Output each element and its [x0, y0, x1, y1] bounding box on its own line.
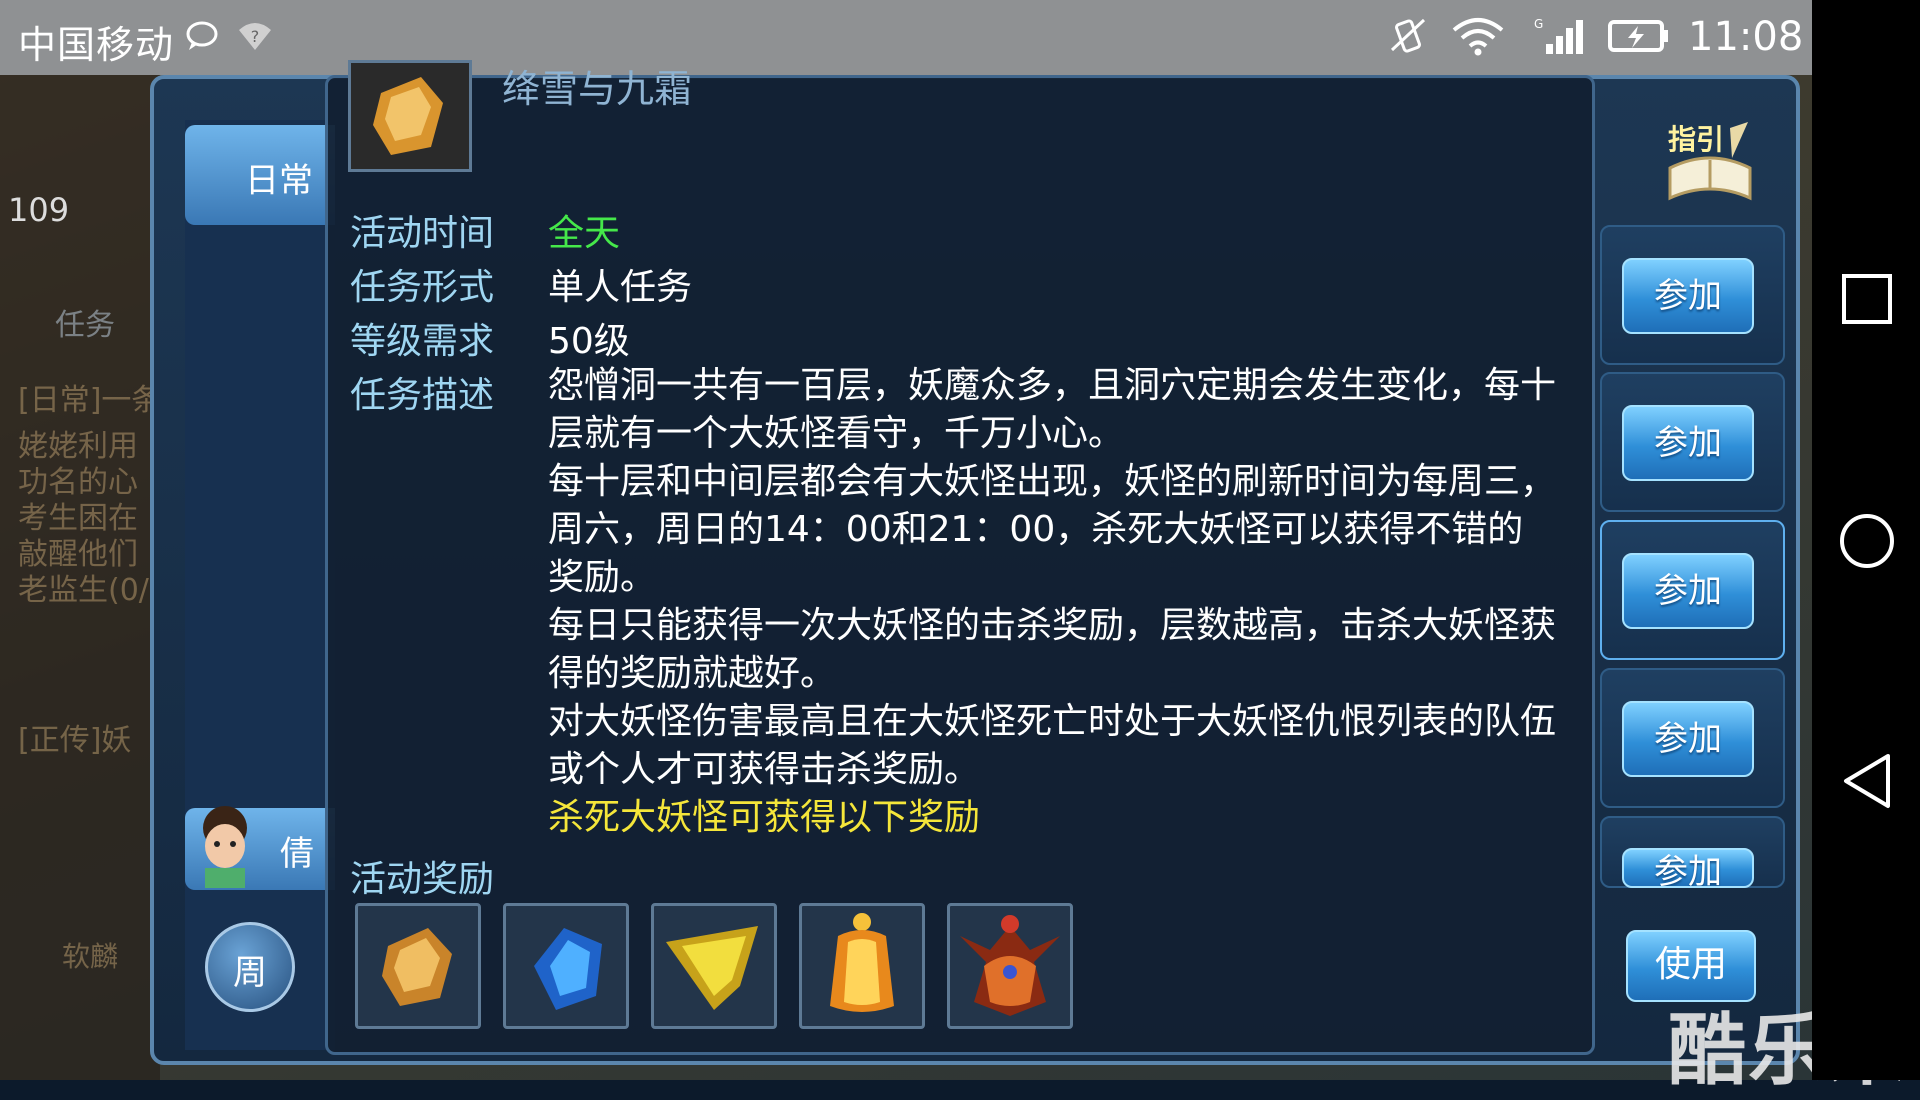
golden-bell-icon [830, 913, 894, 1012]
reward-slot[interactable] [947, 903, 1073, 1029]
android-nav-bar [1812, 0, 1920, 1080]
time-label: 活动时间 [350, 213, 495, 254]
calendar-label: 周 [233, 953, 267, 993]
join-button[interactable]: 参加 [1622, 405, 1754, 481]
reward-slot[interactable] [799, 903, 925, 1029]
description-paragraph: 每十层和中间层都会有大妖怪出现，妖怪的刷新时间为每周三，周六，周日的14：00和… [548, 461, 1557, 598]
join-button[interactable]: 参加 [1622, 258, 1754, 334]
description-paragraph: 怨憎洞一共有一百层，妖魔众多，且洞穴定期会发生变化，每十层就有一个大妖怪看守，千… [548, 365, 1557, 454]
quest-tracker-panel[interactable]: 109 任务 [日常]一条 姥姥利用 功名的心 考生困在 敲醒他们 老监生(0/… [0, 75, 162, 1080]
join-button[interactable]: 参加 [1622, 553, 1754, 629]
description-paragraph: 对大妖怪伤害最高且在大妖怪死亡时处于大妖怪仇恨列表的队伍或个人才可获得击杀奖励。 [548, 701, 1557, 790]
carrier-name: 中国移动 [18, 23, 175, 67]
level-value: 50级 [548, 321, 630, 362]
popup-title: 绛雪与九霜 [502, 67, 693, 111]
location-label: 软麟 [62, 940, 119, 973]
yellow-leaf-fragment-icon [666, 926, 758, 1010]
orange-ore-fragment-icon [382, 928, 452, 1006]
quest-line: [日常]一条 [18, 383, 162, 418]
chat-bubble-icon [186, 21, 218, 50]
time-value: 全天 [548, 213, 621, 254]
tab-daily[interactable]: 日常 [185, 125, 335, 225]
description-paragraph: 每日只能获得一次大妖怪的击杀奖励，层数越高，击杀大妖怪获得的奖励就越好。 [548, 605, 1557, 694]
wifi-icon [1452, 18, 1504, 56]
svg-text:G: G [1534, 17, 1543, 31]
category-tab-column [185, 120, 335, 1050]
home-icon[interactable] [1836, 510, 1898, 572]
join-button[interactable]: 参加 [1622, 848, 1754, 888]
back-icon[interactable] [1836, 750, 1898, 812]
battery-icon [1608, 20, 1668, 52]
npc-label: 倩 [280, 834, 314, 874]
status-bar: 中国移动 ? G 11:08 [0, 0, 1812, 75]
join-button[interactable]: 参加 [1622, 701, 1754, 777]
vibrate-icon [1390, 18, 1426, 53]
clock: 11:08 [1688, 14, 1804, 60]
reward-hint: 杀死大妖怪可获得以下奖励 [548, 797, 981, 838]
svg-text:?: ? [251, 27, 260, 46]
form-label: 任务形式 [350, 267, 495, 308]
description-label: 任务描述 [350, 375, 495, 416]
recent-apps-icon[interactable] [1836, 268, 1898, 330]
quest-line: [正传]妖 [18, 723, 132, 758]
activity-icon [348, 60, 472, 172]
quest-line: 老监生(0/ [18, 573, 149, 608]
form-value: 单人任务 [548, 267, 693, 308]
reward-slot[interactable] [651, 903, 777, 1029]
guide-label: 指引 [1668, 123, 1725, 156]
level-label: 等级需求 [350, 321, 495, 362]
reward-label: 活动奖励 [350, 859, 495, 900]
npc-shortcut[interactable]: 倩 [185, 806, 335, 890]
wifi-question-icon: ? [239, 23, 271, 50]
description-text: 怨憎洞一共有一百层，妖魔众多，且洞穴定期会发生变化，每十层就有一个大妖怪看守，千… [548, 362, 1558, 842]
demon-helmet-icon [960, 915, 1060, 1016]
tab-daily-label: 日常 [245, 161, 313, 201]
calendar-button[interactable]: 周 [205, 922, 295, 1012]
player-level: 109 [8, 191, 70, 229]
reward-slot[interactable] [503, 903, 629, 1029]
blue-crystal-fragment-icon [534, 928, 602, 1010]
orange-ore-icon [373, 77, 443, 155]
task-tab[interactable]: 任务 [55, 300, 115, 344]
npc-avatar-icon [203, 806, 247, 888]
signal-icon: G [1534, 17, 1583, 54]
reward-slot[interactable] [355, 903, 481, 1029]
guide-button[interactable]: 指引 [1660, 118, 1760, 208]
